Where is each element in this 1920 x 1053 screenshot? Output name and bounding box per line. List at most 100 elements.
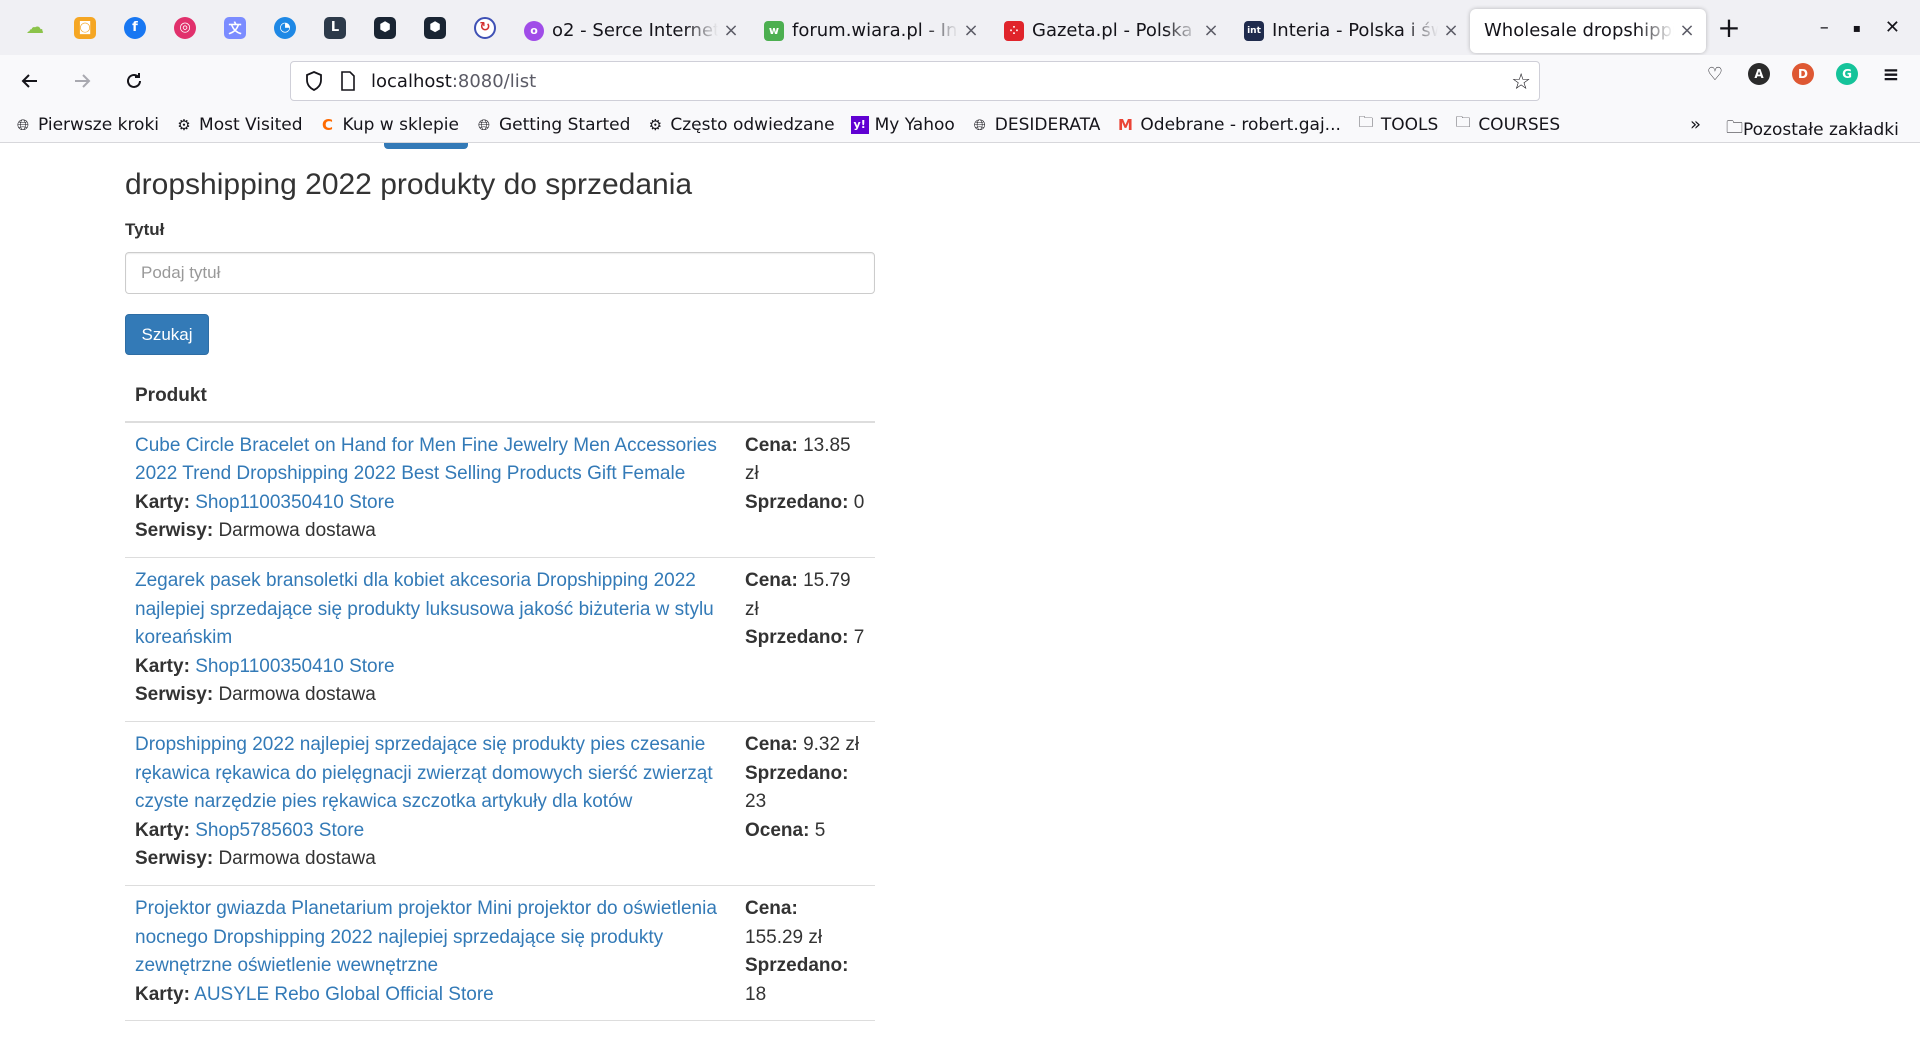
title-field-label: Tytuł xyxy=(125,220,165,239)
bookmark-label: DESIDERATA xyxy=(994,114,1101,135)
title-search-input[interactable] xyxy=(125,252,875,294)
store-link[interactable]: Shop1100350410 Store xyxy=(195,656,394,677)
pinned-tab[interactable]: ◙ xyxy=(60,0,110,55)
tab-gazeta[interactable]: ⁘ Gazeta.pl - Polska i św × xyxy=(990,9,1230,53)
shield-icon[interactable] xyxy=(303,70,325,92)
close-icon[interactable]: × xyxy=(962,20,980,41)
tab-label: Gazeta.pl - Polska i św xyxy=(1032,20,1198,41)
column-header-empty xyxy=(735,372,875,423)
bookmark-item[interactable]: ⚙ Często odwiedzane xyxy=(646,115,835,135)
minimize-icon[interactable]: – xyxy=(1820,17,1829,38)
gear-icon: ⚙ xyxy=(648,115,663,134)
bookmark-folder[interactable]: 🗀 TOOLS xyxy=(1357,113,1439,135)
page-content: dropshipping 2022 produkty do sprzedania… xyxy=(0,143,1920,1053)
product-title-link[interactable]: Dropshipping 2022 najlepiej sprzedające … xyxy=(135,734,713,812)
sold-label: Sprzedano: xyxy=(745,955,849,977)
pinned-tab[interactable]: 文 xyxy=(210,0,260,55)
bookmark-label: TOOLS xyxy=(1380,114,1439,135)
product-cell: Dropshipping 2022 najlepiej sprzedające … xyxy=(125,721,735,886)
star-icon[interactable]: ☆ xyxy=(1511,70,1531,95)
navbar-button-partial[interactable] xyxy=(384,143,468,149)
bookmark-label: My Yahoo xyxy=(874,114,955,135)
tab-wholesale-dropshipping[interactable]: Wholesale dropshipping × xyxy=(1470,8,1706,53)
forward-button[interactable] xyxy=(60,59,104,103)
tab-o2[interactable]: o o2 - Serce Internetu × xyxy=(510,9,750,53)
folder-icon: 🗀 xyxy=(1726,118,1743,138)
bookmark-folder[interactable]: 🗀 COURSES xyxy=(1454,113,1561,135)
toolbar-extensions: ♡ A D G ≡ xyxy=(1704,62,1902,86)
store-link[interactable]: Shop1100350410 Store xyxy=(195,492,394,513)
sold-value: 7 xyxy=(853,627,865,649)
url-bar[interactable]: localhost:8080/list ☆ xyxy=(290,61,1540,101)
account-icon[interactable]: A xyxy=(1748,63,1770,85)
bookmark-item[interactable]: y! My Yahoo xyxy=(850,114,955,135)
tab-forum-wiara[interactable]: w forum.wiara.pl - Info × xyxy=(750,9,990,53)
pinned-tab[interactable]: ☁ xyxy=(10,0,60,55)
new-tab-button[interactable]: + xyxy=(1706,0,1752,55)
back-button[interactable] xyxy=(8,59,52,103)
arrow-right-icon xyxy=(75,74,91,88)
close-icon[interactable]: × xyxy=(1442,20,1460,41)
pinned-tab[interactable]: f xyxy=(110,0,160,55)
close-icon[interactable]: × xyxy=(1678,20,1696,41)
page-icon[interactable] xyxy=(337,70,359,92)
pinned-tab[interactable]: ↻ xyxy=(460,0,510,55)
tab-label: forum.wiara.pl - Info xyxy=(792,20,958,41)
rating-value: 5 xyxy=(814,819,826,841)
bookmark-label: Pierwsze kroki xyxy=(38,114,160,135)
pinned-tab[interactable]: ⬢ xyxy=(410,0,460,55)
gazeta-favicon-icon: ⁘ xyxy=(1004,20,1024,41)
services-label: Serwisy: xyxy=(135,520,214,542)
product-title-link[interactable]: Cube Circle Bracelet on Hand for Men Fin… xyxy=(135,435,717,485)
bookmark-label: COURSES xyxy=(1478,114,1561,135)
close-icon[interactable]: × xyxy=(722,20,740,41)
pinned-tab[interactable]: ◔ xyxy=(260,0,310,55)
product-cell: Cube Circle Bracelet on Hand for Men Fin… xyxy=(125,421,735,558)
bookmark-label: Odebrane - robert.gaj... xyxy=(1140,114,1341,135)
gear-icon: ⚙ xyxy=(177,115,191,134)
products-table: Produkt Cube Circle Bracelet on Hand for… xyxy=(125,372,875,1022)
close-icon[interactable]: × xyxy=(1202,20,1220,41)
tab-label: Wholesale dropshipping xyxy=(1484,20,1674,41)
other-bookmarks[interactable]: 🗀 Pozostałe zakładki xyxy=(1726,115,1899,144)
reload-button[interactable] xyxy=(112,59,156,103)
duckduckgo-icon[interactable]: D xyxy=(1792,63,1814,85)
services-label: Serwisy: xyxy=(135,684,214,706)
product-meta-cell: Cena: 15.79 zł Sprzedano: 7 xyxy=(735,557,875,722)
bookmark-label: Getting Started xyxy=(498,114,631,135)
product-meta-cell: Cena: 13.85 zł Sprzedano: 0 xyxy=(735,421,875,558)
store-link[interactable]: AUSYLE Rebo Global Official Store xyxy=(194,984,494,1005)
close-window-icon[interactable]: ✕ xyxy=(1885,17,1900,38)
bookmark-item[interactable]: 🌐︎ Getting Started xyxy=(475,115,630,135)
product-title-link[interactable]: Projektor gwiazda Planetarium projektor … xyxy=(135,898,717,976)
bookmark-item[interactable]: M Odebrane - robert.gaj... xyxy=(1116,114,1341,135)
chevron-double-right-icon[interactable]: » xyxy=(1690,114,1701,135)
bookmark-item[interactable]: C Kup w sklepie xyxy=(319,115,459,135)
reload-icon xyxy=(127,73,141,88)
pinned-tab[interactable]: ⬢ xyxy=(360,0,410,55)
store-label: Karty: xyxy=(135,819,190,841)
product-cell: Zegarek pasek bransoletki dla kobiet akc… xyxy=(125,557,735,722)
bookmark-item[interactable]: 🌐︎ DESIDERATA xyxy=(971,115,1101,135)
pocket-icon[interactable]: ♡ xyxy=(1704,63,1726,85)
folder-icon: 🗀 xyxy=(1455,113,1471,131)
table-row: Zegarek pasek bransoletki dla kobiet akc… xyxy=(125,557,875,722)
maximize-icon[interactable]: ▪ xyxy=(1853,21,1861,35)
product-title-link[interactable]: Zegarek pasek bransoletki dla kobiet akc… xyxy=(135,570,714,648)
store-link[interactable]: Shop5785603 Store xyxy=(195,820,364,841)
pinned-tab[interactable]: ◎ xyxy=(160,0,210,55)
tab-interia[interactable]: int Interia - Polska i świa × xyxy=(1230,9,1470,53)
messenger-icon: ◔ xyxy=(274,16,296,39)
other-bookmarks-label: Pozostałe zakładki xyxy=(1743,119,1899,140)
menu-icon[interactable]: ≡ xyxy=(1880,62,1902,86)
search-button[interactable]: Szukaj xyxy=(125,314,209,355)
bookmark-item[interactable]: ⚙ Most Visited xyxy=(175,115,302,135)
services-value: Darmowa dostawa xyxy=(218,848,376,870)
price-value: 155.29 zł xyxy=(745,926,823,948)
table-row: Dropshipping 2022 najlepiej sprzedające … xyxy=(125,721,875,886)
price-label: Cena: xyxy=(745,569,798,591)
bookmark-item[interactable]: 🌐︎ Pierwsze kroki xyxy=(14,115,159,135)
grammarly-icon[interactable]: G xyxy=(1836,63,1858,85)
pinned-tab[interactable]: L xyxy=(310,0,360,55)
services-value: Darmowa dostawa xyxy=(218,684,376,706)
